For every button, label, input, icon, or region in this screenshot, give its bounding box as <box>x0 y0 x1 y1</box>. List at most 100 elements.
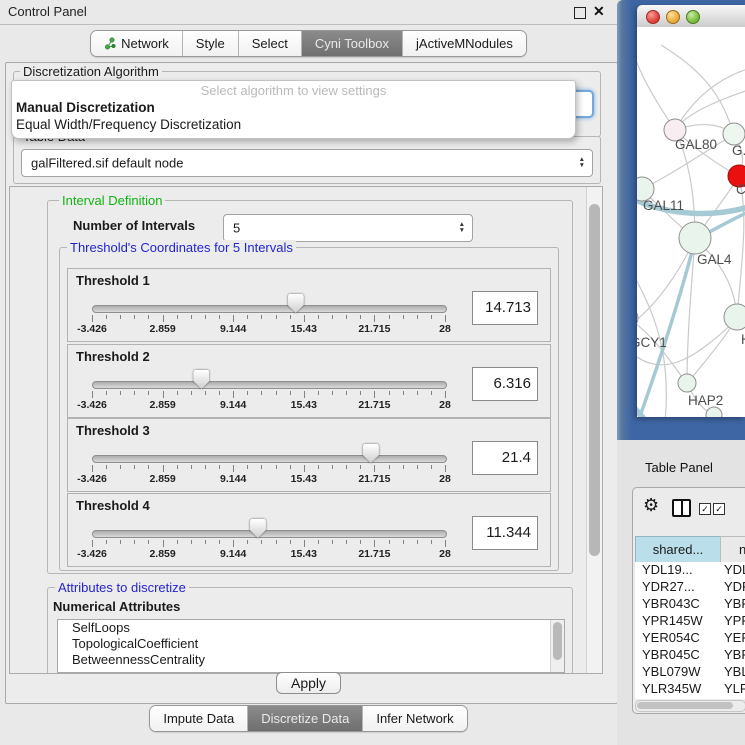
tick-mark <box>148 540 149 544</box>
tab-discretize-data[interactable]: Discretize Data <box>247 706 362 731</box>
threshold-value-field[interactable]: 14.713 <box>472 291 538 325</box>
node-label: HAP2 <box>688 393 723 408</box>
checkbox-checked-icon[interactable]: ✓ <box>713 503 725 515</box>
network-node-gal4[interactable] <box>679 222 711 254</box>
tick-mark <box>177 315 178 319</box>
tick-label: 9.144 <box>220 548 246 560</box>
threshold-value-field[interactable]: 6.316 <box>472 367 538 401</box>
column-header-shared-name[interactable]: shared... <box>635 536 721 563</box>
slider-tick-labels: -3.4262.8599.14415.4321.71528 <box>92 399 445 411</box>
network-node-g[interactable] <box>723 123 745 145</box>
list-scrollbar[interactable] <box>550 620 564 672</box>
table-row[interactable]: YIL053CYIL0 <box>635 698 745 699</box>
table-hscrollbar-thumb[interactable] <box>637 702 733 709</box>
panel-scrollbar-thumb[interactable] <box>589 204 600 556</box>
tick-label: 15.43 <box>291 399 317 411</box>
threshold-slider[interactable]: -3.4262.8599.14415.4321.71528 <box>92 494 445 566</box>
number-of-intervals-spinner[interactable]: 5 ▲ ▼ <box>223 214 473 242</box>
network-node[interactable] <box>706 407 722 417</box>
cell-name: YDL1 <box>724 562 745 577</box>
tab-label: jActiveMNodules <box>416 31 513 56</box>
tick-mark <box>219 391 220 395</box>
table-row[interactable]: YBL079WYBL0 <box>635 664 745 681</box>
slider-thumb[interactable] <box>363 444 379 463</box>
node-label: GAL80 <box>675 137 717 152</box>
network-canvas[interactable]: GAL80G.CGAL11GAL4GCY1HHAP2 <box>637 27 745 417</box>
tick-mark <box>106 391 107 395</box>
table-row[interactable]: YER054CYER0 <box>635 630 745 647</box>
slider-thumb[interactable] <box>250 519 266 538</box>
tick-mark <box>445 391 446 398</box>
table-row[interactable]: YPR145WYPR1 <box>635 613 745 630</box>
minimize-traffic-light-icon[interactable] <box>666 10 680 24</box>
table-row[interactable]: YBR043CYBR0 <box>635 596 745 613</box>
tick-mark <box>417 315 418 319</box>
column-header-name[interactable]: n <box>720 536 745 563</box>
float-window-icon[interactable] <box>574 7 586 19</box>
tick-mark <box>276 315 277 319</box>
table-data-combobox[interactable]: galFiltered.sif default node ▲ ▼ <box>21 149 593 177</box>
tick-mark <box>431 315 432 319</box>
tick-mark <box>148 465 149 469</box>
apply-button[interactable]: Apply <box>276 672 341 694</box>
attribute-item[interactable]: TopologicalCoefficient <box>58 636 564 652</box>
panel-scrollbar[interactable] <box>586 187 602 673</box>
tab-style[interactable]: Style <box>182 31 238 56</box>
attribute-item[interactable]: BetweennessCentrality <box>58 652 564 668</box>
tab-select[interactable]: Select <box>238 31 301 56</box>
table-row[interactable]: YDL19...YDL1 <box>635 562 745 579</box>
threshold-slider[interactable]: -3.4262.8599.14415.4321.71528 <box>92 269 445 341</box>
show-columns-icon[interactable] <box>672 499 691 517</box>
gear-icon[interactable]: ⚙ <box>643 496 659 514</box>
network-node-h[interactable] <box>724 304 745 330</box>
cell-shared-name: YPR145W <box>642 613 703 628</box>
threshold-slider[interactable]: -3.4262.8599.14415.4321.71528 <box>92 345 445 417</box>
slider-thumb[interactable] <box>288 294 304 313</box>
tick-mark <box>304 540 305 547</box>
threshold-value-field[interactable]: 21.4 <box>472 441 538 475</box>
slider-track[interactable] <box>92 305 447 313</box>
tab-infer-network[interactable]: Infer Network <box>362 706 466 731</box>
tick-label: 21.715 <box>358 548 390 560</box>
spinner-arrows-icon: ▲ ▼ <box>459 222 465 234</box>
tick-mark <box>191 540 192 544</box>
tick-mark <box>261 391 262 395</box>
close-icon[interactable]: ✕ <box>593 3 605 20</box>
dropdown-option-manual-discretization[interactable]: Manual Discretization <box>16 100 155 115</box>
table-row[interactable]: YBR045CYBR0 <box>635 647 745 664</box>
threshold-slider[interactable]: -3.4262.8599.14415.4321.71528 <box>92 419 445 491</box>
tab-label: Discretize Data <box>261 706 349 731</box>
slider-track[interactable] <box>92 381 447 389</box>
list-scrollbar-thumb[interactable] <box>553 622 562 660</box>
table-row[interactable]: YDR27...YDR2 <box>635 579 745 596</box>
close-traffic-light-icon[interactable] <box>646 10 660 24</box>
tick-label: 21.715 <box>358 323 390 335</box>
tick-mark <box>360 391 361 395</box>
tick-mark <box>374 391 375 398</box>
checkbox-checked-icon[interactable]: ✓ <box>699 503 711 515</box>
tab-cyni-toolbox[interactable]: Cyni Toolbox <box>301 31 402 56</box>
network-node-hap2[interactable] <box>678 374 696 392</box>
table-row[interactable]: YLR345WYLR3 <box>635 681 745 698</box>
tick-mark <box>403 465 404 469</box>
table-data-value: galFiltered.sif default node <box>31 156 183 171</box>
attribute-item[interactable]: SelfLoops <box>58 620 564 636</box>
network-window-titlebar <box>637 5 745 28</box>
tick-mark <box>431 540 432 544</box>
dropdown-option-equal-width-frequency-discretization[interactable]: Equal Width/Frequency Discretization <box>16 117 241 132</box>
tab-network[interactable]: Network <box>91 31 182 56</box>
threshold-value-field[interactable]: 11.344 <box>472 516 538 550</box>
tick-mark <box>92 391 93 398</box>
slider-track[interactable] <box>92 530 447 538</box>
slider-track[interactable] <box>92 455 447 463</box>
network-edge <box>737 177 744 317</box>
table-horizontal-scrollbar[interactable] <box>635 700 745 712</box>
tab-jactivemnodules[interactable]: jActiveMNodules <box>402 31 526 56</box>
tick-label: -3.426 <box>77 473 107 485</box>
tab-impute-data[interactable]: Impute Data <box>150 706 247 731</box>
zoom-traffic-light-icon[interactable] <box>686 10 700 24</box>
tick-label: 2.859 <box>149 399 175 411</box>
slider-thumb[interactable] <box>193 370 209 389</box>
dropdown-placeholder: Select algorithm to view settings <box>12 83 575 98</box>
tick-mark <box>276 540 277 544</box>
